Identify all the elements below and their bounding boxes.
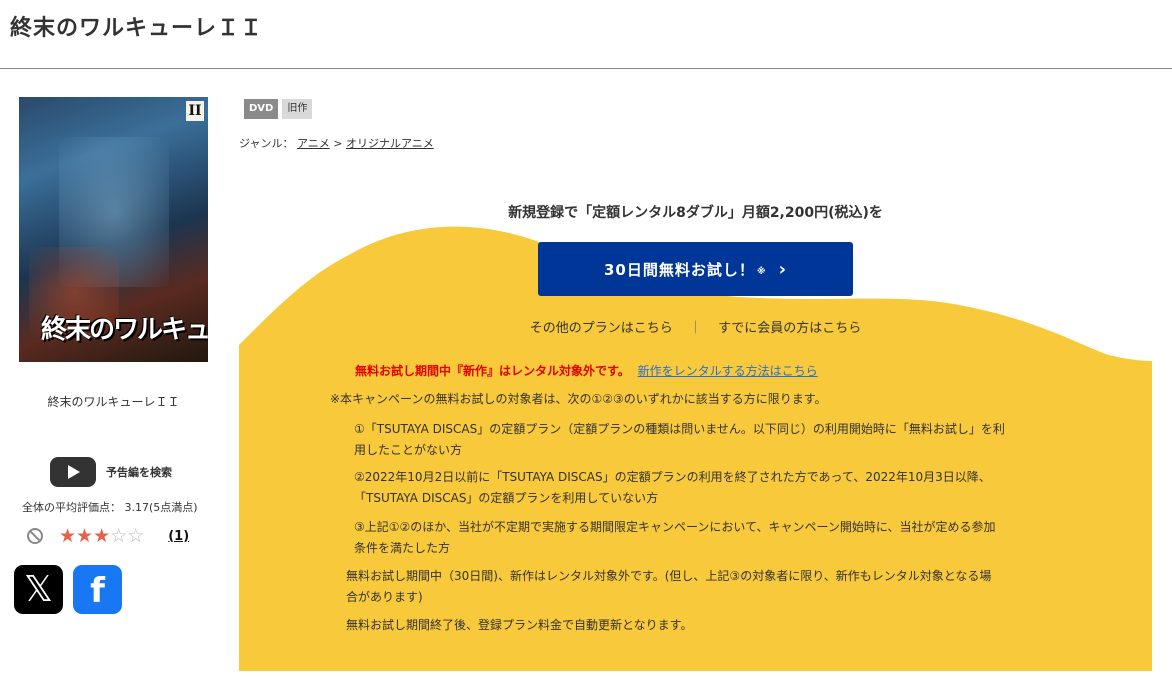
- dvd-cover-image[interactable]: II 終末のワルキューレII: [19, 97, 208, 362]
- star-empty-icon: ☆: [110, 525, 128, 547]
- link-separator: ｜: [688, 321, 702, 336]
- star-rating: ★★★☆☆: [59, 526, 144, 546]
- condition-3-line-2: 条件を満たした方: [354, 541, 451, 555]
- new-release-notice: 無料お試し期間中『新作』はレンタル対象外です。 新作をレンタルする方法はこちら: [355, 362, 818, 379]
- format-tags: DVD 旧作: [244, 99, 313, 119]
- auto-renew-note: 無料お試し期間終了後、登録プラン料金で自動更新となります。: [346, 618, 693, 632]
- title-divider: [0, 68, 1172, 69]
- star-full-icon: ★: [93, 525, 111, 547]
- cover-logo: 終末のワルキューレII: [41, 315, 208, 345]
- new-release-warning: 無料お試し期間中『新作』はレンタル対象外です。: [355, 364, 630, 378]
- free-trial-button[interactable]: 30日間無料お試し！ ※ ›: [538, 242, 853, 296]
- campaign-intro-text: ※本キャンペーンの無料お試しの対象者は、次の①②③のいずれかに該当する方に限りま…: [330, 392, 827, 406]
- footnote-mark: ※: [756, 267, 767, 277]
- genre-label: ジャンル：: [239, 137, 294, 150]
- rating-row: ★★★☆☆ (1): [27, 526, 189, 546]
- star-empty-icon: ☆: [127, 525, 145, 547]
- condition-1-line-2: 用したことがない方: [354, 443, 463, 457]
- cover-caption: 終末のワルキューレＩＩ: [47, 395, 180, 409]
- chevron-right-icon: ›: [778, 258, 788, 280]
- tag-old-release: 旧作: [282, 99, 313, 119]
- review-count-link[interactable]: (1): [168, 529, 189, 544]
- share-buttons: 𝕏 f: [14, 565, 122, 614]
- star-full-icon: ★: [76, 525, 94, 547]
- genre-link-original-anime[interactable]: オリジナルアニメ: [346, 137, 434, 150]
- genre-breadcrumb: ジャンル： アニメ > オリジナルアニメ: [239, 135, 434, 151]
- condition-2-line-1: ②2022年10月2日以前に「TSUTAYA DISCAS」の定額プランの利用を…: [354, 470, 991, 484]
- tag-dvd: DVD: [244, 99, 279, 119]
- x-share-icon[interactable]: 𝕏: [14, 565, 63, 614]
- plan-links: その他のプランはこちら ｜ すでに会員の方はこちら: [239, 317, 1152, 336]
- free-trial-label: 30日間無料お試し！: [603, 260, 755, 279]
- not-interested-icon[interactable]: [27, 528, 43, 544]
- new-release-rental-link[interactable]: 新作をレンタルする方法はこちら: [638, 364, 818, 378]
- genre-separator: >: [333, 137, 343, 150]
- condition-2-line-2: 「TSUTAYA DISCAS」の定額プランを利用していない方: [354, 491, 659, 505]
- promo-headline: 新規登録で「定額レンタル8ダブル」月額2,200円(税込)を: [508, 205, 883, 221]
- trial-note-line-1: 無料お試し期間中（30日間)、新作はレンタル対象外です。(但し、上記③の対象者に…: [346, 569, 992, 583]
- trailer-search-label: 予告編を検索: [106, 466, 172, 479]
- facebook-share-icon[interactable]: f: [73, 565, 122, 614]
- trial-note-line-2: 合があります): [346, 590, 423, 604]
- member-login-link[interactable]: すでに会員の方はこちら: [718, 321, 861, 336]
- other-plans-link[interactable]: その他のプランはこちら: [530, 321, 673, 336]
- condition-3-line-1: ③上記①②のほか、当社が不定期で実施する期間限定キャンペーンにおいて、キャンペー…: [354, 520, 996, 534]
- genre-link-anime[interactable]: アニメ: [297, 137, 330, 150]
- average-rating-text: 全体の平均評価点： 3.17(5点満点): [22, 501, 198, 514]
- trailer-search-button[interactable]: 予告編を検索: [50, 457, 172, 487]
- star-full-icon: ★: [59, 525, 77, 547]
- cover-volume-mark: II: [186, 101, 204, 121]
- condition-1-line-1: ①「TSUTAYA DISCAS」の定額プラン（定額プランの種類は問いません。以…: [354, 422, 1005, 436]
- video-play-icon: [50, 457, 96, 487]
- page-title: 終末のワルキューレＩＩ: [10, 16, 264, 41]
